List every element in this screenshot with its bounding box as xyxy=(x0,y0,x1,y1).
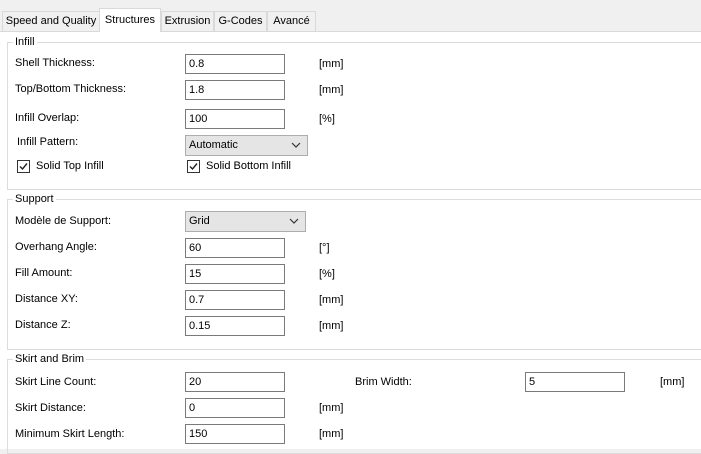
skirt-brim-legend: Skirt and Brim xyxy=(13,353,87,366)
solid-bottom-infill-checkbox[interactable] xyxy=(187,160,200,173)
top-bottom-thickness-input[interactable] xyxy=(185,80,285,100)
tab-g-codes[interactable]: G-Codes xyxy=(214,11,267,31)
infill-pattern-select[interactable]: Automatic xyxy=(185,135,308,156)
infill-overlap-label: Infill Overlap: xyxy=(15,112,80,124)
tab-avance[interactable]: Avancé xyxy=(267,11,316,31)
fill-amount-label: Fill Amount: xyxy=(15,267,73,279)
solid-top-infill-label: Solid Top Infill xyxy=(36,160,104,172)
shell-thickness-unit: [mm] xyxy=(319,58,344,70)
skirt-distance-unit: [mm] xyxy=(319,402,344,414)
support-model-value: Grid xyxy=(189,215,210,227)
support-legend: Support xyxy=(13,193,56,206)
checkmark-icon xyxy=(19,163,28,171)
min-skirt-length-label: Minimum Skirt Length: xyxy=(15,428,125,440)
top-bottom-thickness-unit: [mm] xyxy=(319,84,344,96)
infill-overlap-input[interactable] xyxy=(185,109,285,129)
skirt-distance-label: Skirt Distance: xyxy=(15,402,86,414)
tab-structures[interactable]: Structures xyxy=(99,8,161,32)
tab-speed-and-quality[interactable]: Speed and Quality xyxy=(2,11,100,31)
brim-width-input[interactable] xyxy=(525,372,625,392)
distance-xy-label: Distance XY: xyxy=(15,293,78,305)
skirt-line-count-label: Skirt Line Count: xyxy=(15,376,97,388)
distance-xy-input[interactable] xyxy=(185,290,285,310)
solid-top-infill-checkbox[interactable] xyxy=(17,160,30,173)
shell-thickness-label: Shell Thickness: xyxy=(15,57,95,69)
brim-width-label: Brim Width: xyxy=(355,376,412,388)
overhang-angle-input[interactable] xyxy=(185,238,285,258)
chevron-down-icon xyxy=(291,142,301,148)
top-bottom-thickness-label: Top/Bottom Thickness: xyxy=(15,83,127,95)
brim-width-unit: [mm] xyxy=(660,376,685,388)
checkmark-icon xyxy=(189,163,198,171)
infill-pattern-value: Automatic xyxy=(189,139,238,151)
distance-z-input[interactable] xyxy=(185,316,285,336)
shell-thickness-input[interactable] xyxy=(185,54,285,74)
min-skirt-length-input[interactable] xyxy=(185,424,285,444)
tab-extrusion[interactable]: Extrusion xyxy=(161,11,214,31)
solid-bottom-infill-label: Solid Bottom Infill xyxy=(206,160,291,172)
infill-legend: Infill xyxy=(13,36,37,49)
skirt-distance-input[interactable] xyxy=(185,398,285,418)
support-model-label: Modèle de Support: xyxy=(15,215,112,227)
overhang-angle-unit: [°] xyxy=(319,242,330,254)
tab-strip: Speed and Quality Structures Extrusion G… xyxy=(0,0,701,32)
distance-z-label: Distance Z: xyxy=(15,319,71,331)
chevron-down-icon xyxy=(289,218,299,224)
overhang-angle-label: Overhang Angle: xyxy=(15,241,97,253)
fill-amount-unit: [%] xyxy=(319,268,335,280)
structures-panel: Infill Shell Thickness: [mm] Top/Bottom … xyxy=(0,32,701,454)
min-skirt-length-unit: [mm] xyxy=(319,428,344,440)
infill-overlap-unit: [%] xyxy=(319,113,335,125)
infill-group: Infill xyxy=(7,36,701,190)
distance-z-unit: [mm] xyxy=(319,320,344,332)
fill-amount-input[interactable] xyxy=(185,264,285,284)
distance-xy-unit: [mm] xyxy=(319,294,344,306)
skirt-line-count-input[interactable] xyxy=(185,372,285,392)
infill-pattern-label: Infill Pattern: xyxy=(17,136,79,148)
support-model-select[interactable]: Grid xyxy=(185,211,306,232)
support-group: Support xyxy=(7,193,701,350)
